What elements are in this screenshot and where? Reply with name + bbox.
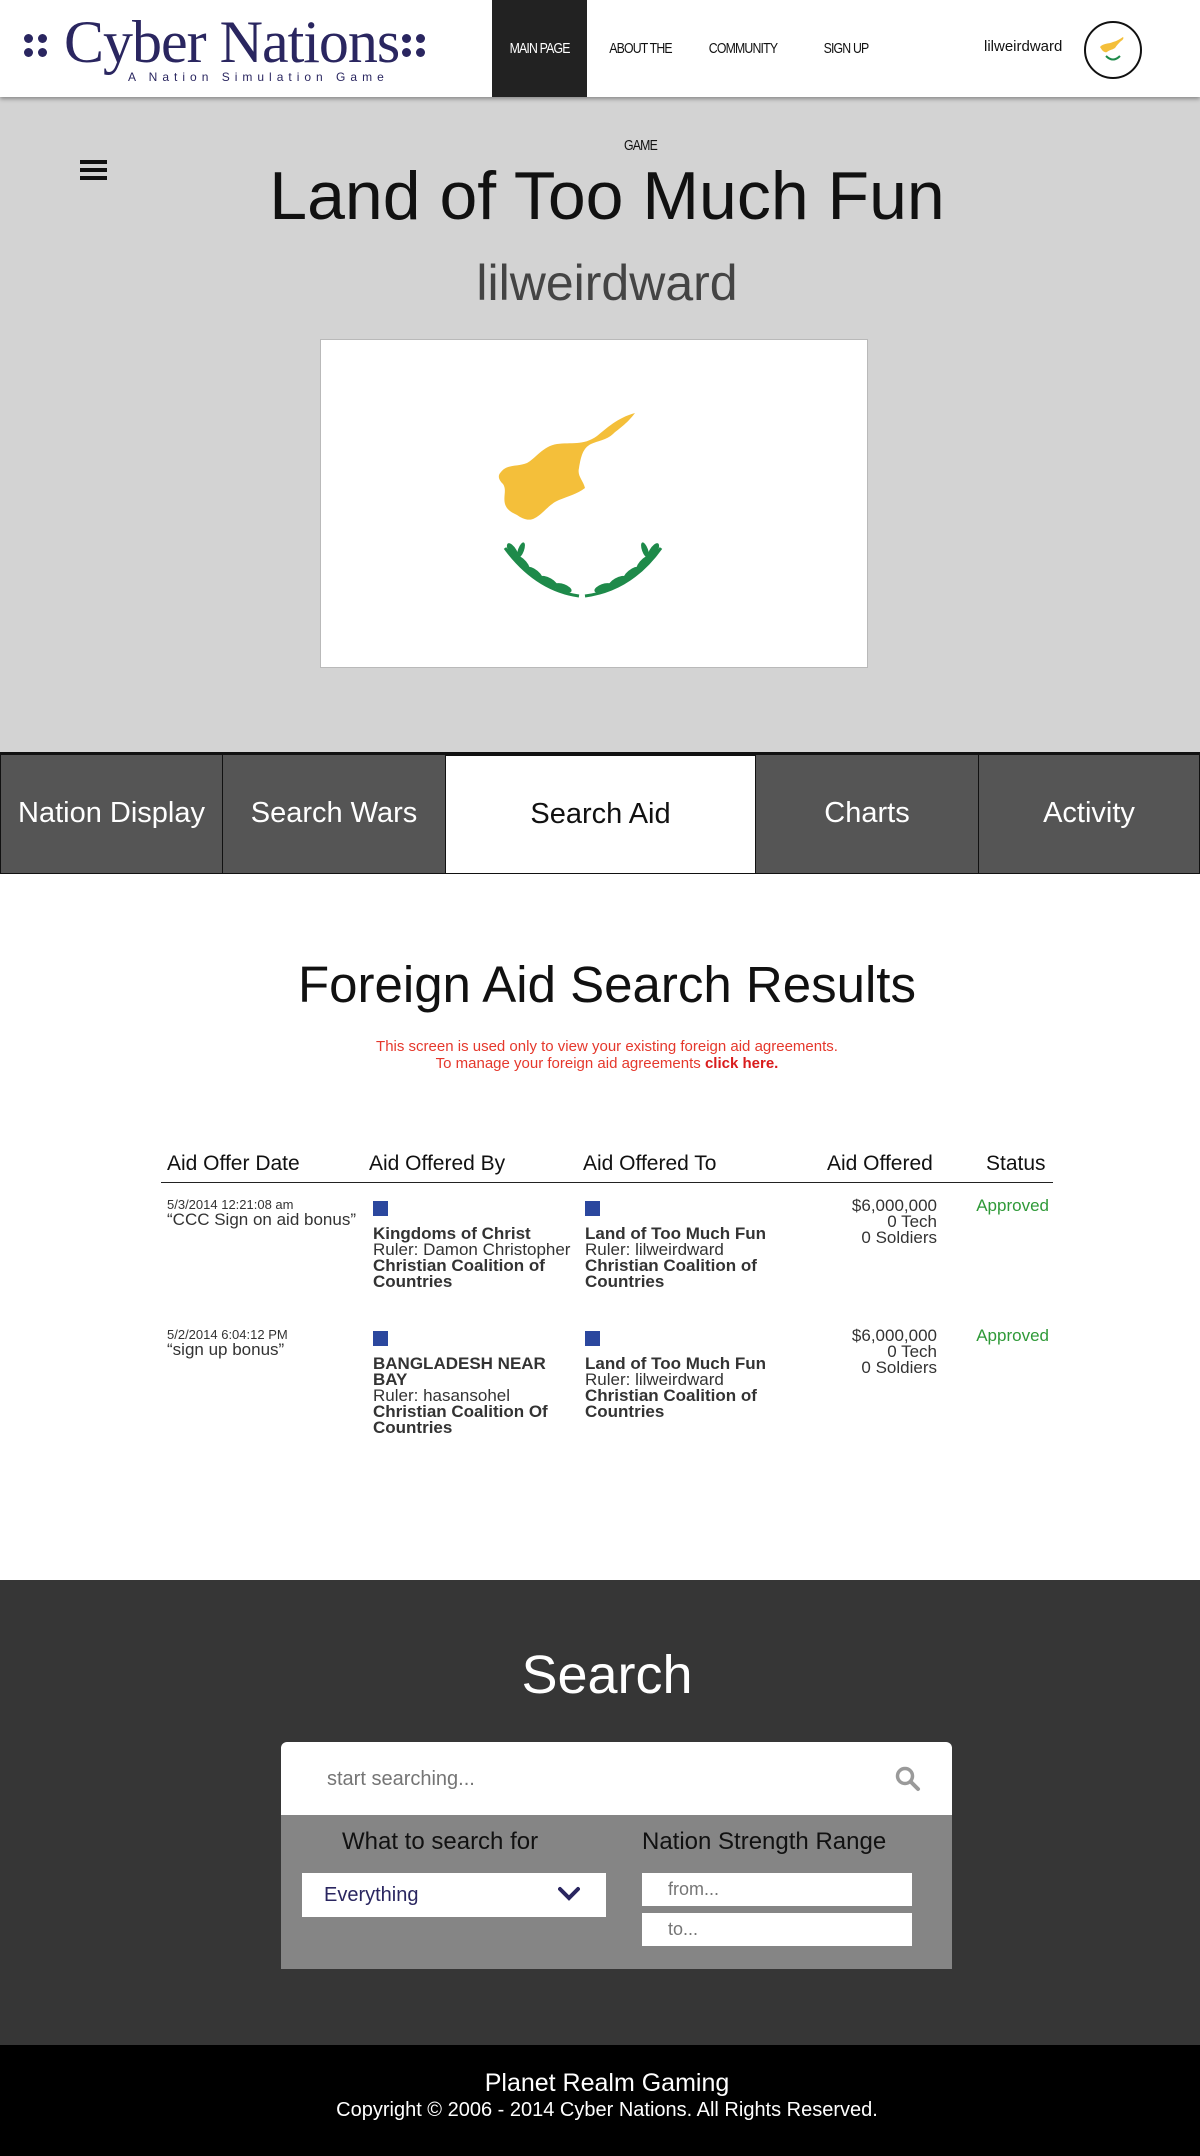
aid-note: “CCC Sign on aid bonus” [167,1210,356,1229]
nav-sign-up[interactable]: SIGN UP [813,0,879,97]
aid-date-cell: 5/3/2014 12:21:08 am “CCC Sign on aid bo… [167,1198,357,1229]
nav-community[interactable]: COMMUNITY [708,0,779,97]
notice-line-1: This screen is used only to view your ex… [376,1038,838,1055]
search-bar [281,1742,952,1815]
aid-notice: This screen is used only to view your ex… [0,1038,1200,1072]
header-status[interactable]: Status [986,1152,1046,1176]
footer-company[interactable]: Planet Realm Gaming [0,2069,1200,2098]
footer-copyright: Copyright © 2006 - 2014 Cyber Nations. A… [336,2099,878,2121]
nav-about-the-game[interactable]: ABOUT THE GAME [597,0,683,154]
aid-soldiers: 0 Soldiers [861,1358,937,1377]
status-badge: Approved [976,1196,1049,1215]
manage-aid-link[interactable]: click here. [705,1055,778,1072]
search-title: Search [521,1645,693,1705]
aid-offered-by-cell: BANGLADESH NEAR BAY Ruler: hasansohel Ch… [373,1328,573,1436]
alliance-color-square [373,1201,388,1216]
nav-username[interactable]: lilweirdward [984,38,1062,55]
nation-flag [320,339,868,668]
aid-offered-to-cell: Land of Too Much Fun Ruler: lilweirdward… [585,1198,785,1290]
strength-range-label: Nation Strength Range [642,1828,887,1855]
nav-main-page[interactable]: MAIN PAGE [492,0,587,97]
tab-activity[interactable]: Activity [978,754,1200,874]
alliance-color-square [585,1201,600,1216]
aid-offered-cell: $6,000,000 0 Tech 0 Soldiers [791,1197,937,1247]
top-navigation: Cyber Nations A Nation Simulation Game M… [0,0,1200,154]
cyprus-flag-icon [1100,37,1124,61]
search-section: Search What to search for Nation Strengt… [0,1580,1200,2045]
search-type-value: Everything [324,1884,419,1906]
cyprus-flag-icon [498,413,663,598]
aid-offered-by-cell: Kingdoms of Christ Ruler: Damon Christop… [373,1198,573,1290]
tab-search-aid[interactable]: Search Aid [445,754,756,874]
recipient-alliance[interactable]: Christian Coalition of Countries [585,1387,785,1420]
header-aid-offered-by[interactable]: Aid Offered By [369,1152,505,1176]
logo-subtitle: A Nation Simulation Game [128,70,389,84]
tab-charts[interactable]: Charts [755,754,979,874]
header-aid-offered[interactable]: Aid Offered [827,1152,933,1176]
tab-search-wars[interactable]: Search Wars [222,754,446,874]
nation-tabs: Nation Display Search Wars Search Aid Ch… [0,752,1200,874]
aid-date-cell: 5/2/2014 6:04:12 PM “sign up bonus” [167,1328,357,1359]
aid-soldiers: 0 Soldiers [861,1228,937,1247]
notice-line-2: To manage your foreign aid agreements cl… [435,1055,779,1072]
nation-hero: Land of Too Much Fun lilweirdward [0,97,1200,752]
search-type-select[interactable]: Everything [302,1873,606,1917]
cyber-nations-logo[interactable]: Cyber Nations A Nation Simulation Game [24,8,434,88]
footer: Planet Realm Gaming Copyright © 2006 - 2… [0,2045,1200,2156]
aid-table-header: Aid Offer Date Aid Offered By Aid Offere… [161,1149,1053,1183]
search-options: What to search for Nation Strength Range… [281,1815,952,1969]
alliance-color-square [373,1331,388,1346]
search-input[interactable] [327,1765,847,1793]
status-badge: Approved [976,1326,1049,1345]
alliance-color-square [585,1331,600,1346]
recipient-alliance[interactable]: Christian Coalition of Countries [585,1257,785,1290]
strength-to-input[interactable] [642,1913,912,1946]
chevron-down-icon [558,1887,580,1901]
header-aid-offer-date[interactable]: Aid Offer Date [167,1152,300,1176]
ruler-name: lilweirdward [476,255,738,311]
what-to-search-label: What to search for [342,1828,539,1855]
aid-offered-to-cell: Land of Too Much Fun Ruler: lilweirdward… [585,1328,785,1420]
search-icon[interactable] [895,1766,921,1792]
logo-dots-icon [402,34,428,60]
page-title: Foreign Aid Search Results [298,956,916,1013]
strength-from-input[interactable] [642,1873,912,1906]
aid-note: “sign up bonus” [167,1340,285,1359]
sender-nation-link[interactable]: BANGLADESH NEAR BAY [373,1355,573,1388]
sender-alliance[interactable]: Christian Coalition Of Countries [373,1403,573,1436]
tab-nation-display[interactable]: Nation Display [0,754,223,874]
nation-name: Land of Too Much Fun [269,158,945,234]
logo-dots-icon [24,34,50,60]
header-aid-offered-to[interactable]: Aid Offered To [583,1152,716,1176]
aid-offered-cell: $6,000,000 0 Tech 0 Soldiers [791,1327,937,1377]
logo-title: Cyber Nations [64,9,400,75]
user-avatar[interactable] [1084,21,1142,79]
sender-alliance[interactable]: Christian Coalition of Countries [373,1257,573,1290]
